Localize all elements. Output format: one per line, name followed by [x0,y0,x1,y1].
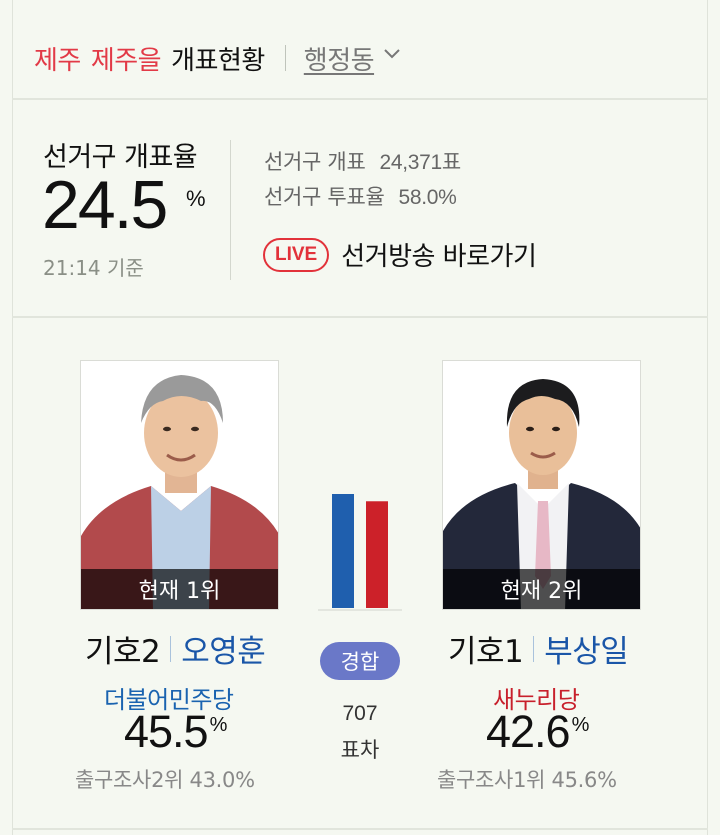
live-broadcast-link[interactable]: LIVE 선거방송 바로가기 [263,236,537,273]
header-divider [284,45,286,71]
vote-bar-1 [332,494,354,608]
status-badge: 경합 [320,642,400,680]
count-label: 선거구 개표 [264,150,366,174]
candidate-name-text-1[interactable]: 오영훈 [181,626,266,671]
divider [12,828,708,830]
count-value: 24,371표 [379,151,461,174]
vote-percent-1: 45.5% [124,706,228,758]
region-province: 제주 [34,45,81,76]
vote-bar-2 [366,501,388,608]
divider [12,316,708,318]
candidate-name-text-2[interactable]: 부상일 [544,626,629,671]
header: 제주 제주을 개표현황 행정동 [34,38,400,78]
divider [12,98,708,100]
turnout-value: 58.0% [398,186,457,209]
vote-comparison-bars [318,494,402,611]
vote-percent-2: 42.6% [486,706,590,758]
vote-percent-unit-1: % [209,714,228,736]
name-divider [170,635,172,662]
vote-percent-value-2: 42.6 [486,706,571,757]
candidate-photo-2[interactable]: 현재 2위 [442,360,641,610]
ballot-number-2: 기호1 [448,634,524,670]
ballot-number-1: 기호2 [85,634,161,670]
turnout-stat: 선거구 투표율 58.0% [264,181,457,211]
vote-difference-label: 표차 [340,738,380,762]
rate-timestamp: 21:14 기준 [43,256,144,280]
vertical-divider [230,140,231,280]
count-stat: 선거구 개표 24,371표 [264,146,461,176]
header-title: 개표현황 [171,45,265,76]
exit-poll-1: 출구조사2위 43.0% [75,768,255,792]
name-divider [533,635,535,662]
region-district: 제주을 [90,45,162,76]
vote-difference: 707 [342,702,378,725]
candidate-name-2[interactable]: 기호1 부상일 [448,626,629,671]
turnout-label: 선거구 투표율 [264,185,385,209]
vote-percent-unit-2: % [571,714,590,736]
candidate-photo-1[interactable]: 현재 1위 [80,360,279,610]
vote-percent-value-1: 45.5 [124,706,209,757]
exit-poll-2: 출구조사1위 45.6% [437,768,617,792]
rate-unit: % [186,186,206,211]
live-badge[interactable]: LIVE [263,237,330,272]
candidate-name-1[interactable]: 기호2 오영훈 [85,626,266,671]
rate-value: 24.5 [42,167,168,243]
rank-label-1: 현재 1위 [81,569,278,609]
chevron-down-icon[interactable] [384,48,400,62]
live-link-text[interactable]: 선거방송 바로가기 [341,236,537,273]
dong-filter-link[interactable]: 행정동 [304,40,375,77]
rank-label-2: 현재 2위 [443,569,640,609]
